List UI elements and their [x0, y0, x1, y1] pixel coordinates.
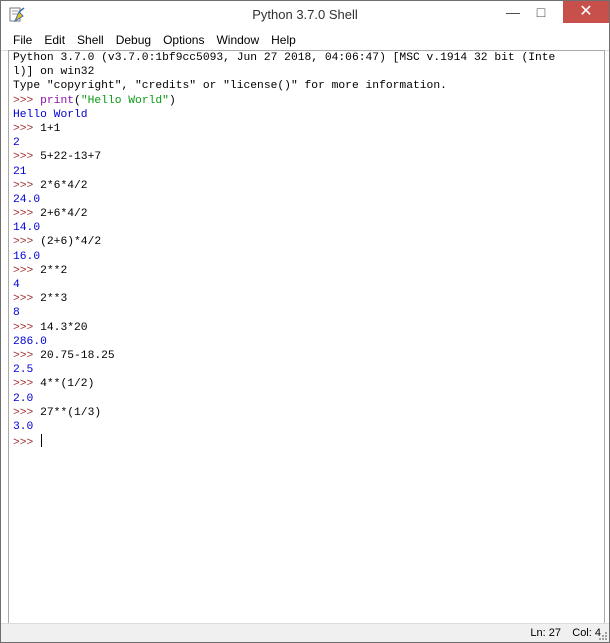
output-line: 4 [13, 278, 604, 292]
command-line: >>> 14.3*20 [13, 321, 604, 335]
command-text: 4**(1/2) [40, 378, 95, 391]
menu-debug[interactable]: Debug [110, 31, 157, 49]
command-text: 27**(1/3) [40, 406, 102, 419]
output-text: 286.0 [13, 335, 47, 348]
menu-file[interactable]: File [7, 31, 38, 49]
prompt-marker: >>> [13, 321, 41, 334]
command-line: >>> 27**(1/3) [13, 406, 604, 420]
command-text: 2**3 [40, 293, 68, 306]
command-text: 2**2 [40, 264, 68, 277]
shell-output: Python 3.7.0 (v3.7.0:1bf9cc5093, Jun 27 … [9, 51, 604, 450]
output-text: 2 [13, 137, 20, 150]
paren: ) [168, 94, 176, 107]
command-line: >>> 2*6*4/2 [13, 179, 604, 193]
command-text: 1+1 [40, 122, 61, 135]
output-line: 21 [13, 165, 604, 179]
output-line: 286.0 [13, 335, 604, 349]
prompt-marker: >>> [13, 236, 41, 249]
output-line: 14.0 [13, 221, 604, 235]
output-text: 8 [13, 307, 20, 320]
close-button[interactable]: ✕ [563, 1, 609, 23]
banner-line: Python 3.7.0 (v3.7.0:1bf9cc5093, Jun 27 … [13, 51, 604, 65]
idle-shell-window: Python 3.7.0 Shell — □ ✕ File Edit Shell… [0, 0, 610, 643]
output-text: 4 [13, 279, 20, 291]
string-literal: "Hello World" [80, 94, 169, 107]
banner-text: Type "copyright", "credits" or "license(… [13, 80, 447, 93]
command-text: 2*6*4/2 [40, 179, 88, 192]
command-line: >>> 5+22-13+7 [13, 150, 604, 164]
command-line: >>> 4**(1/2) [13, 377, 604, 391]
command-line: >>> 1+1 [13, 122, 604, 136]
prompt-marker: >>> [13, 406, 41, 419]
title-bar[interactable]: Python 3.7.0 Shell — □ ✕ [1, 1, 609, 30]
command-line: >>> 2**3 [13, 292, 604, 306]
prompt-marker: >>> [13, 378, 41, 391]
line-number: Ln: 27 [530, 627, 561, 639]
current-input-line: >>> [13, 434, 604, 450]
command-text: 20.75-18.25 [40, 349, 115, 362]
banner-text: l)] on win32 [13, 66, 95, 79]
prompt-marker: >>> [13, 179, 41, 192]
menu-bar: File Edit Shell Debug Options Window Hel… [1, 30, 609, 51]
output-text: 2.5 [13, 364, 34, 377]
output-line: 3.0 [13, 420, 604, 434]
paren: ( [74, 94, 81, 107]
prompt-marker: >>> [13, 349, 41, 362]
output-line: 24.0 [13, 193, 604, 207]
output-line: 2.0 [13, 392, 604, 406]
status-bar: Ln: 27 Col: 4 [1, 623, 609, 642]
command-text: 5+22-13+7 [40, 151, 102, 164]
output-line: Hello World [13, 108, 604, 122]
output-line: 16.0 [13, 250, 604, 264]
output-line: 8 [13, 306, 604, 320]
prompt-marker: >>> [13, 293, 41, 306]
output-text: 3.0 [13, 420, 34, 433]
builtin-keyword: print [40, 94, 75, 107]
command-line: >>> 20.75-18.25 [13, 349, 604, 363]
menu-edit[interactable]: Edit [38, 31, 71, 49]
resize-grip-icon[interactable] [598, 631, 608, 641]
shell-text-area[interactable]: Python 3.7.0 (v3.7.0:1bf9cc5093, Jun 27 … [8, 50, 605, 624]
output-line: 2 [13, 136, 604, 150]
banner-line: Type "copyright", "credits" or "license(… [13, 79, 604, 93]
output-text: 2.0 [13, 392, 34, 405]
menu-window[interactable]: Window [210, 31, 265, 49]
output-text: 16.0 [13, 250, 41, 263]
output-text: 21 [13, 165, 27, 178]
minimize-button[interactable]: — [499, 1, 527, 23]
output-text: 14.0 [13, 222, 41, 235]
menu-shell[interactable]: Shell [71, 31, 110, 49]
prompt-marker: >>> [13, 437, 41, 450]
maximize-button[interactable]: □ [527, 1, 555, 23]
command-text: 2+6*4/2 [40, 208, 88, 221]
menu-options[interactable]: Options [157, 31, 210, 49]
output-text: Hello World [13, 108, 88, 121]
command-line: >>> 2+6*4/2 [13, 207, 604, 221]
text-cursor [41, 434, 43, 448]
command-line: >>> (2+6)*4/2 [13, 235, 604, 249]
output-line: 2.5 [13, 363, 604, 377]
prompt-marker: >>> [13, 122, 41, 135]
banner-line: l)] on win32 [13, 65, 604, 79]
prompt-marker: >>> [13, 94, 41, 107]
command-text: (2+6)*4/2 [40, 236, 102, 249]
command-line: >>> 2**2 [13, 264, 604, 278]
prompt-marker: >>> [13, 151, 41, 164]
output-text: 24.0 [13, 193, 41, 206]
command-text: 14.3*20 [40, 321, 88, 334]
menu-help[interactable]: Help [265, 31, 302, 49]
banner-text: Python 3.7.0 (v3.7.0:1bf9cc5093, Jun 27 … [13, 52, 556, 64]
prompt-marker: >>> [13, 264, 41, 277]
column-number: Col: 4 [572, 627, 601, 639]
prompt-marker: >>> [13, 208, 41, 221]
command-line: >>> print("Hello World") [13, 94, 604, 108]
